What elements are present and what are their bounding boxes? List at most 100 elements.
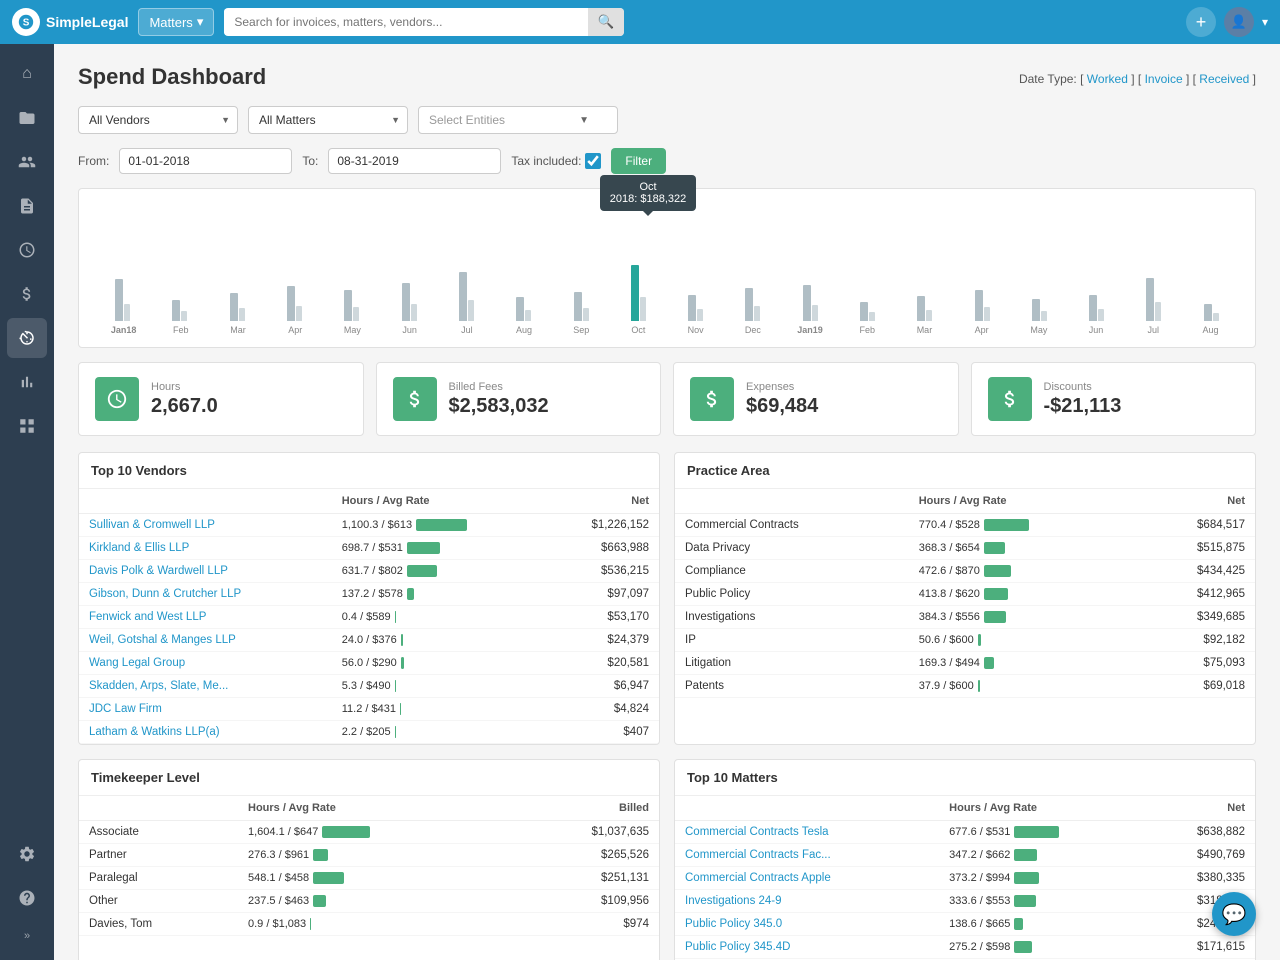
bar-main-14	[917, 296, 925, 321]
add-button[interactable]: +	[1186, 7, 1216, 37]
matters-chevron: ▾	[197, 14, 204, 30]
vendor-name-7[interactable]: Skadden, Arps, Slate, Me...	[79, 675, 332, 698]
chart-bar-group-12	[783, 231, 838, 321]
pa-name-0: Commercial Contracts	[675, 514, 909, 537]
date-type-worked[interactable]: Worked	[1087, 72, 1128, 86]
search-input[interactable]	[224, 9, 587, 35]
vendor-row-3: Gibson, Dunn & Crutcher LLP 137.2 / $578…	[79, 583, 659, 606]
sidebar-collapse[interactable]: »	[16, 922, 38, 950]
bar-main-17	[1089, 295, 1097, 321]
vendor-name-1[interactable]: Kirkland & Ellis LLP	[79, 537, 332, 560]
filter-button[interactable]: Filter	[611, 148, 666, 174]
tm-hours-1: 347.2 / $662	[939, 844, 1146, 867]
vendor-name-6[interactable]: Wang Legal Group	[79, 652, 332, 675]
vendor-net-4: $53,170	[545, 606, 659, 629]
sidebar-item-home[interactable]: ⌂	[7, 54, 47, 94]
bar-sub-9	[640, 297, 646, 321]
logo[interactable]: S SimpleLegal	[12, 8, 128, 36]
search-button[interactable]: 🔍	[588, 8, 625, 36]
expenses-info: Expenses $69,484	[746, 381, 942, 418]
pa-col-net: Net	[1136, 489, 1255, 514]
vendor-name-9[interactable]: Latham & Watkins LLP(a)	[79, 721, 332, 744]
tm-name-4[interactable]: Public Policy 345.0	[675, 913, 939, 936]
chart-bar-group-9	[611, 231, 666, 321]
top-matters-title: Top 10 Matters	[675, 760, 1255, 796]
tm-name-2[interactable]: Commercial Contracts Apple	[675, 867, 939, 890]
chart-bar-group-14	[897, 231, 952, 321]
sidebar-item-folder[interactable]	[7, 98, 47, 138]
tm-hours-3: 333.6 / $553	[939, 890, 1146, 913]
vendor-hours-3: 137.2 / $578	[332, 583, 545, 606]
chart-x-label-18: Jul	[1125, 325, 1182, 335]
chart-x-label-17: Jun	[1067, 325, 1124, 335]
billed-fees-card: Billed Fees $2,583,032	[376, 362, 662, 436]
chart-x-label-19: Aug	[1182, 325, 1239, 335]
vendor-select[interactable]: All Vendors	[78, 106, 238, 134]
sidebar-item-dollar[interactable]	[7, 274, 47, 314]
tk-name-2: Paralegal	[79, 867, 238, 890]
tm-col-net: Net	[1147, 796, 1255, 821]
tm-name-1[interactable]: Commercial Contracts Fac...	[675, 844, 939, 867]
matter-row-4: Public Policy 345.0 138.6 / $665 $241,35…	[675, 913, 1255, 936]
pa-hours-3: 413.8 / $620	[909, 583, 1136, 606]
sidebar-item-doc[interactable]	[7, 186, 47, 226]
entities-chevron: ▼	[579, 115, 589, 126]
date-type-received[interactable]: Received	[1199, 72, 1249, 86]
tk-billed-2: $251,131	[511, 867, 660, 890]
chart-x-label-2: Mar	[209, 325, 266, 335]
vendor-row-6: Wang Legal Group 56.0 / $290 $20,581	[79, 652, 659, 675]
tk-hours-2: 548.1 / $458	[238, 867, 511, 890]
entities-select[interactable]: Select Entities ▼	[418, 106, 618, 134]
avatar[interactable]: 👤	[1224, 7, 1254, 37]
vendor-net-2: $536,215	[545, 560, 659, 583]
vendor-name-2[interactable]: Davis Polk & Wardwell LLP	[79, 560, 332, 583]
sidebar-item-settings[interactable]	[7, 834, 47, 874]
logo-icon: S	[12, 8, 40, 36]
chart-bar-group-4	[324, 231, 379, 321]
vendor-name-5[interactable]: Weil, Gotshal & Manges LLP	[79, 629, 332, 652]
timekeeper-title: Timekeeper Level	[79, 760, 659, 796]
pa-net-3: $412,965	[1136, 583, 1255, 606]
sidebar-item-grid[interactable]	[7, 406, 47, 446]
practice-row-0: Commercial Contracts 770.4 / $528 $684,5…	[675, 514, 1255, 537]
vendor-net-6: $20,581	[545, 652, 659, 675]
bar-sub-6	[468, 300, 474, 321]
chart-x-label-9: Oct	[610, 325, 667, 335]
matters-dropdown[interactable]: Matters ▾	[138, 8, 214, 36]
vendor-hours-2: 631.7 / $802	[332, 560, 545, 583]
sidebar-item-help[interactable]	[7, 878, 47, 918]
vendor-name-0[interactable]: Sullivan & Cromwell LLP	[79, 514, 332, 537]
tm-name-3[interactable]: Investigations 24-9	[675, 890, 939, 913]
top-nav: S SimpleLegal Matters ▾ 🔍 + 👤 ▾	[0, 0, 1280, 44]
matters-select[interactable]: All Matters	[248, 106, 408, 134]
top-matters-panel: Top 10 Matters Hours / Avg Rate Net Comm…	[674, 759, 1256, 960]
vendor-name-8[interactable]: JDC Law Firm	[79, 698, 332, 721]
practice-area-title: Practice Area	[675, 453, 1255, 489]
vendor-name-4[interactable]: Fenwick and West LLP	[79, 606, 332, 629]
sidebar-item-clock[interactable]	[7, 230, 47, 270]
vendor-hours-6: 56.0 / $290	[332, 652, 545, 675]
tax-checkbox[interactable]	[585, 153, 601, 169]
page-title: Spend Dashboard	[78, 64, 266, 90]
tk-billed-3: $109,956	[511, 890, 660, 913]
vendor-net-9: $407	[545, 721, 659, 744]
sidebar-item-timer[interactable]	[7, 318, 47, 358]
from-date-input[interactable]	[119, 148, 292, 174]
bar-sub-2	[239, 308, 245, 321]
date-type-section: Date Type: [ Worked ] [ Invoice ] [ Rece…	[1019, 72, 1256, 86]
chart-x-label-15: Apr	[953, 325, 1010, 335]
vendor-name-3[interactable]: Gibson, Dunn & Crutcher LLP	[79, 583, 332, 606]
nav-chevron[interactable]: ▾	[1262, 15, 1268, 29]
sidebar-item-group[interactable]	[7, 142, 47, 182]
to-label: To:	[302, 154, 318, 168]
bar-sub-10	[697, 309, 703, 321]
date-type-invoice[interactable]: Invoice	[1145, 72, 1183, 86]
chat-button[interactable]: 💬	[1212, 892, 1256, 936]
main-content: Spend Dashboard Date Type: [ Worked ] [ …	[54, 44, 1280, 960]
sidebar-item-chart[interactable]	[7, 362, 47, 402]
tm-name-5[interactable]: Public Policy 345.4D	[675, 936, 939, 959]
to-date-input[interactable]	[328, 148, 501, 174]
tm-name-0[interactable]: Commercial Contracts Tesla	[675, 821, 939, 844]
billed-label: Billed Fees	[449, 381, 645, 393]
chart-x-label-12: Jan19	[781, 325, 838, 335]
